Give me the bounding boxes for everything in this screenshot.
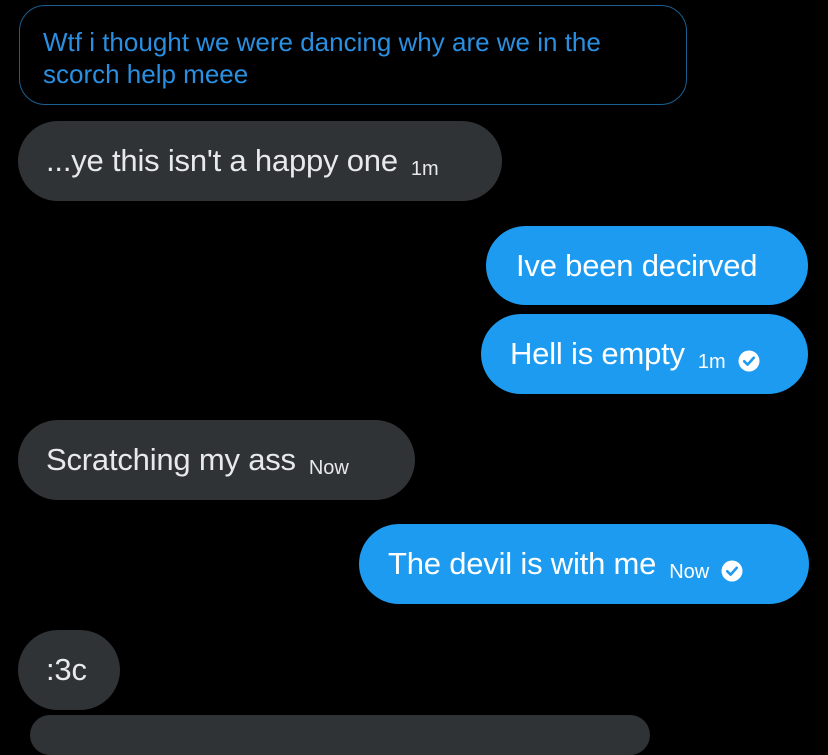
message-timestamp: Now	[308, 456, 349, 479]
message-text: Scratching my ass	[46, 442, 296, 477]
message-bubble-outgoing[interactable]: Ive been decirved	[486, 226, 808, 305]
check-circle-icon	[721, 560, 743, 582]
message-text: ...ye this isn't a happy one	[46, 143, 398, 178]
message-timestamp: Now	[669, 560, 710, 583]
quoted-message[interactable]: Wtf i thought we were dancing why are we…	[19, 5, 687, 105]
message-bubble-incoming-partial[interactable]	[30, 715, 650, 755]
message-bubble-outgoing[interactable]: Hell is empty 1m	[481, 314, 808, 394]
message-bubble-incoming[interactable]: :3c	[18, 630, 120, 710]
message-bubble-incoming[interactable]: Scratching my ass Now	[18, 420, 415, 500]
message-timestamp: 1m	[410, 157, 439, 180]
message-text: Ive been decirved	[516, 247, 758, 283]
message-timestamp: 1m	[697, 350, 726, 373]
message-text: Hell is empty	[510, 336, 685, 371]
check-circle-icon	[738, 350, 760, 372]
message-bubble-outgoing[interactable]: The devil is with me Now	[359, 524, 809, 604]
message-bubble-incoming[interactable]: ...ye this isn't a happy one 1m	[18, 121, 502, 201]
quoted-message-text: Wtf i thought we were dancing why are we…	[43, 27, 601, 89]
message-text: :3c	[46, 652, 87, 687]
message-text: The devil is with me	[388, 546, 657, 581]
